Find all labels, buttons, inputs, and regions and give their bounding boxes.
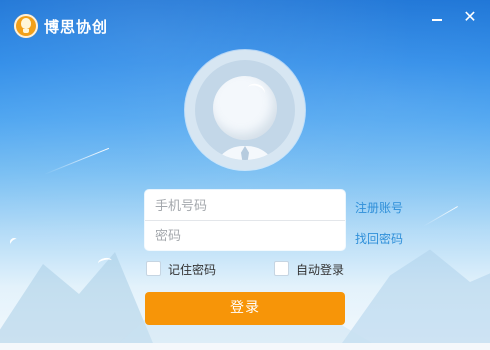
app-title: 博思协创 [44,19,109,36]
register-account-link[interactable]: 注册账号 [355,199,403,216]
remember-password-checkbox[interactable] [146,261,161,276]
minimize-icon [432,19,442,21]
forgot-password-link[interactable]: 找回密码 [355,230,403,247]
credentials-box [145,190,345,251]
avatar-shine [245,81,267,101]
user-avatar [185,50,305,170]
auto-login-checkbox[interactable] [274,261,289,276]
phone-number-input[interactable] [145,191,345,221]
login-button[interactable]: 登录 [145,292,345,325]
auto-login-label: 自动登录 [296,263,345,277]
lightbulb-logo-icon [14,14,38,38]
logo-bulb-shape [21,18,31,29]
logo-bulb-base [23,29,29,33]
avatar-head [213,76,277,140]
default-user-avatar-icon [195,60,295,160]
bottom-edge [0,343,490,350]
close-icon: ✕ [463,7,477,26]
password-input[interactable] [145,221,345,251]
remember-password-label: 记住密码 [168,263,217,277]
minimize-button[interactable] [428,8,446,26]
login-window: 博思协创 ✕ 注册账号 找回密码 记住密码 自动登录 登录 [0,0,490,350]
close-button[interactable]: ✕ [461,8,479,26]
title-bar[interactable]: 博思协创 ✕ [0,0,490,46]
